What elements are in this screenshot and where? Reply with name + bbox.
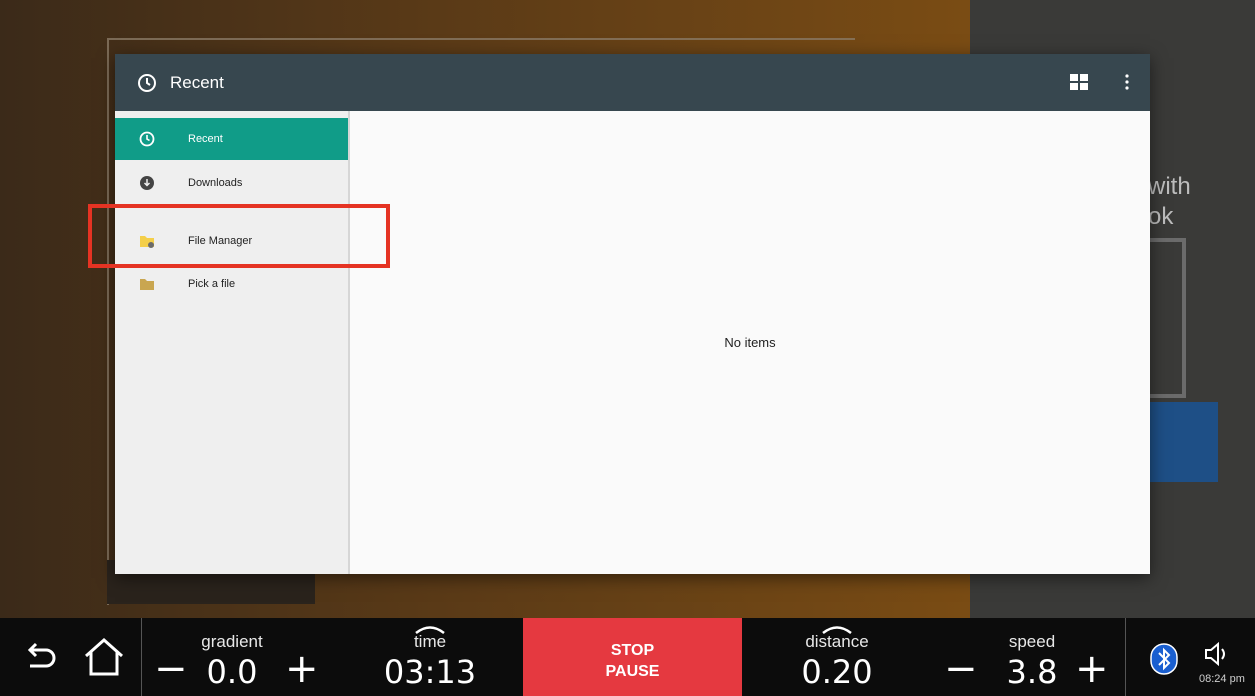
- background-text-line2: ok: [1148, 203, 1174, 230]
- divider: [1125, 618, 1126, 696]
- clock-icon: [138, 73, 156, 92]
- speed-decrease-button[interactable]: −: [944, 646, 978, 692]
- divider: [141, 618, 142, 696]
- clock-time: 08:24 pm: [1199, 673, 1245, 685]
- stop-label: STOP: [610, 642, 655, 659]
- page-title: Recent: [170, 72, 224, 92]
- time-readout[interactable]: time 03:13: [375, 618, 485, 696]
- empty-state-message: No items: [724, 335, 776, 350]
- speed-increase-button[interactable]: +: [1075, 646, 1109, 692]
- speed-label: speed: [1008, 632, 1056, 651]
- file-list-area: No items: [350, 111, 1150, 574]
- workout-control-bar: − gradient 0.0 + time 03:13 STOP PAUSE d…: [0, 618, 1255, 696]
- gradient-decrease-button[interactable]: −: [154, 646, 188, 692]
- distance-readout[interactable]: distance 0.20: [785, 618, 889, 696]
- pause-label: PAUSE: [605, 663, 660, 680]
- gradient-increase-button[interactable]: +: [285, 646, 319, 692]
- grid-view-icon[interactable]: [1070, 74, 1088, 90]
- gradient-value: 0.0: [206, 653, 258, 691]
- bluetooth-icon[interactable]: [1150, 643, 1178, 675]
- time-label: time: [413, 632, 447, 651]
- highlight-box: [88, 204, 390, 268]
- nav-item-label: Pick a file: [188, 278, 236, 290]
- home-icon[interactable]: [82, 636, 126, 678]
- more-options-icon[interactable]: [1124, 74, 1130, 90]
- distance-label: distance: [805, 632, 869, 651]
- distance-value: 0.20: [801, 653, 873, 691]
- background-text: with ok: [1148, 172, 1191, 232]
- back-icon[interactable]: [22, 640, 58, 676]
- background-image: [1150, 238, 1186, 398]
- background-text-line1: with: [1148, 173, 1191, 200]
- gradient-label: gradient: [201, 632, 263, 651]
- nav-item-label: Recent: [188, 133, 223, 145]
- navigation-drawer: Recent Downloads File Manager Pick a fil…: [115, 111, 350, 574]
- gradient-readout: gradient 0.0: [188, 618, 276, 696]
- nav-item-downloads[interactable]: Downloads: [115, 162, 348, 204]
- nav-item-pick-a-file[interactable]: Pick a file: [115, 263, 348, 305]
- download-icon: [140, 176, 154, 190]
- time-value: 03:13: [383, 653, 477, 691]
- nav-item-recent[interactable]: Recent: [115, 118, 348, 160]
- speed-readout: speed 3.8: [990, 618, 1074, 696]
- clock-icon: [139, 131, 155, 147]
- nav-item-label: Downloads: [188, 177, 243, 189]
- speed-value: 3.8: [1006, 653, 1058, 691]
- stop-pause-button[interactable]: STOP PAUSE: [523, 618, 742, 696]
- folder-icon: [140, 279, 154, 290]
- background-button: [1150, 402, 1218, 482]
- volume-icon[interactable]: [1203, 640, 1231, 668]
- file-picker-dialog: Recent Recent Downloads File Manager Pic…: [115, 54, 1150, 574]
- app-bar: Recent: [115, 54, 1150, 111]
